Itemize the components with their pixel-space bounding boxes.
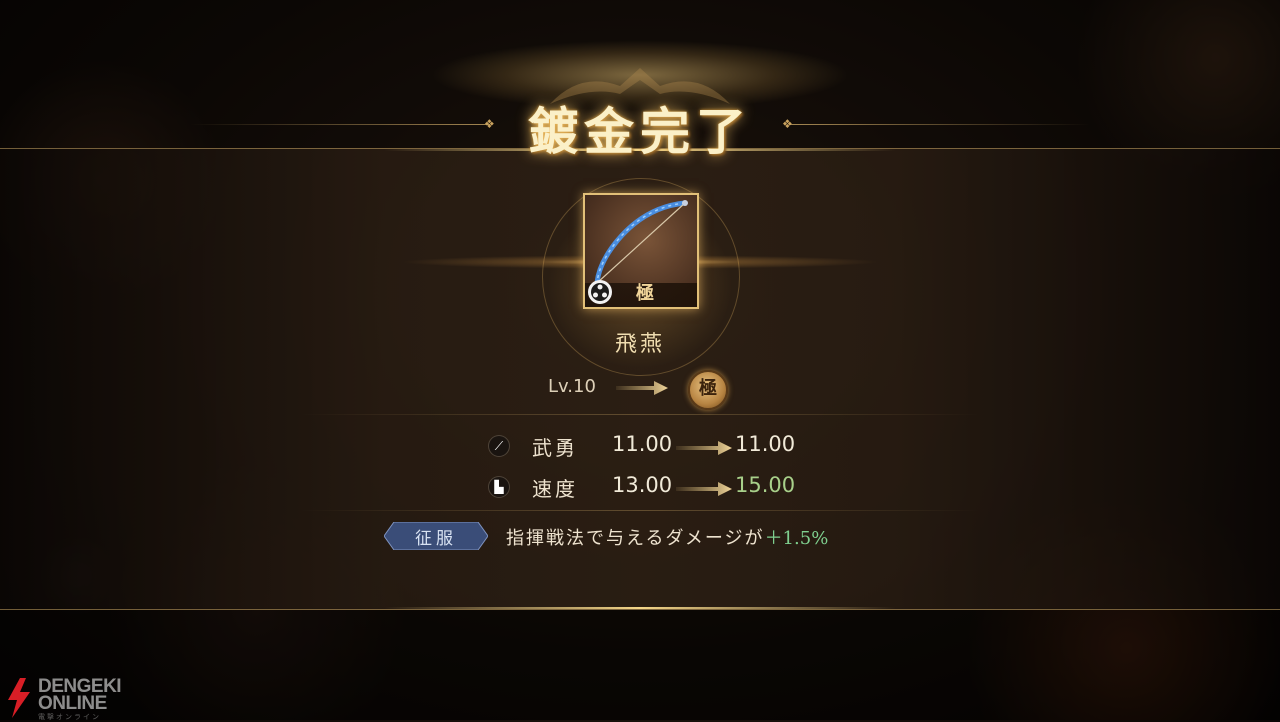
- conquer-value: ＋1.5%: [764, 528, 829, 549]
- level-from: Lv.10: [548, 376, 596, 397]
- arrow-right-icon: [676, 441, 732, 455]
- logo-text: DENGEKI ONLINE: [38, 676, 122, 714]
- page-title: 鍍金完了: [528, 102, 752, 161]
- stat-new-value: 11.00: [735, 432, 796, 456]
- sword-icon: ⟋: [488, 435, 510, 457]
- divider-top: [300, 414, 980, 415]
- tomoe-crest-icon: [588, 280, 612, 304]
- stat-new-value: 15.00: [735, 473, 796, 497]
- dengeki-online-logo: DENGEKI ONLINE 電撃オンライン: [4, 676, 134, 721]
- stat-row-valor: ⟋ 武勇 11.00 11.00: [0, 428, 1280, 464]
- conquer-description: 指揮戦法で与えるダメージが: [506, 528, 765, 549]
- stat-old-value: 11.00: [612, 432, 673, 456]
- arrow-right-icon: [676, 482, 732, 496]
- lightning-bolt-icon: [8, 678, 30, 718]
- equipment-card[interactable]: 極: [583, 193, 699, 309]
- item-grade-label: 極: [636, 283, 654, 304]
- boot-icon: ▙: [488, 476, 510, 498]
- logo-subtext: 電撃オンライン: [38, 713, 101, 721]
- stat-row-speed: ▙ 速度 13.00 15.00: [0, 469, 1280, 505]
- grade-badge: 極: [688, 370, 728, 410]
- stat-label: 速度: [532, 477, 578, 501]
- stat-old-value: 13.00: [612, 473, 673, 497]
- conquer-tag: 征服: [415, 529, 457, 549]
- item-name: 飛燕: [614, 332, 665, 357]
- stat-label: 武勇: [532, 436, 578, 460]
- panel-bottom-glow: [384, 607, 896, 609]
- divider-bottom: [300, 510, 980, 511]
- bottom-dim-band: [0, 608, 1280, 720]
- arrow-right-icon: [616, 381, 668, 395]
- conquer-effect: 指揮戦法で与えるダメージが＋1.5%: [506, 524, 828, 550]
